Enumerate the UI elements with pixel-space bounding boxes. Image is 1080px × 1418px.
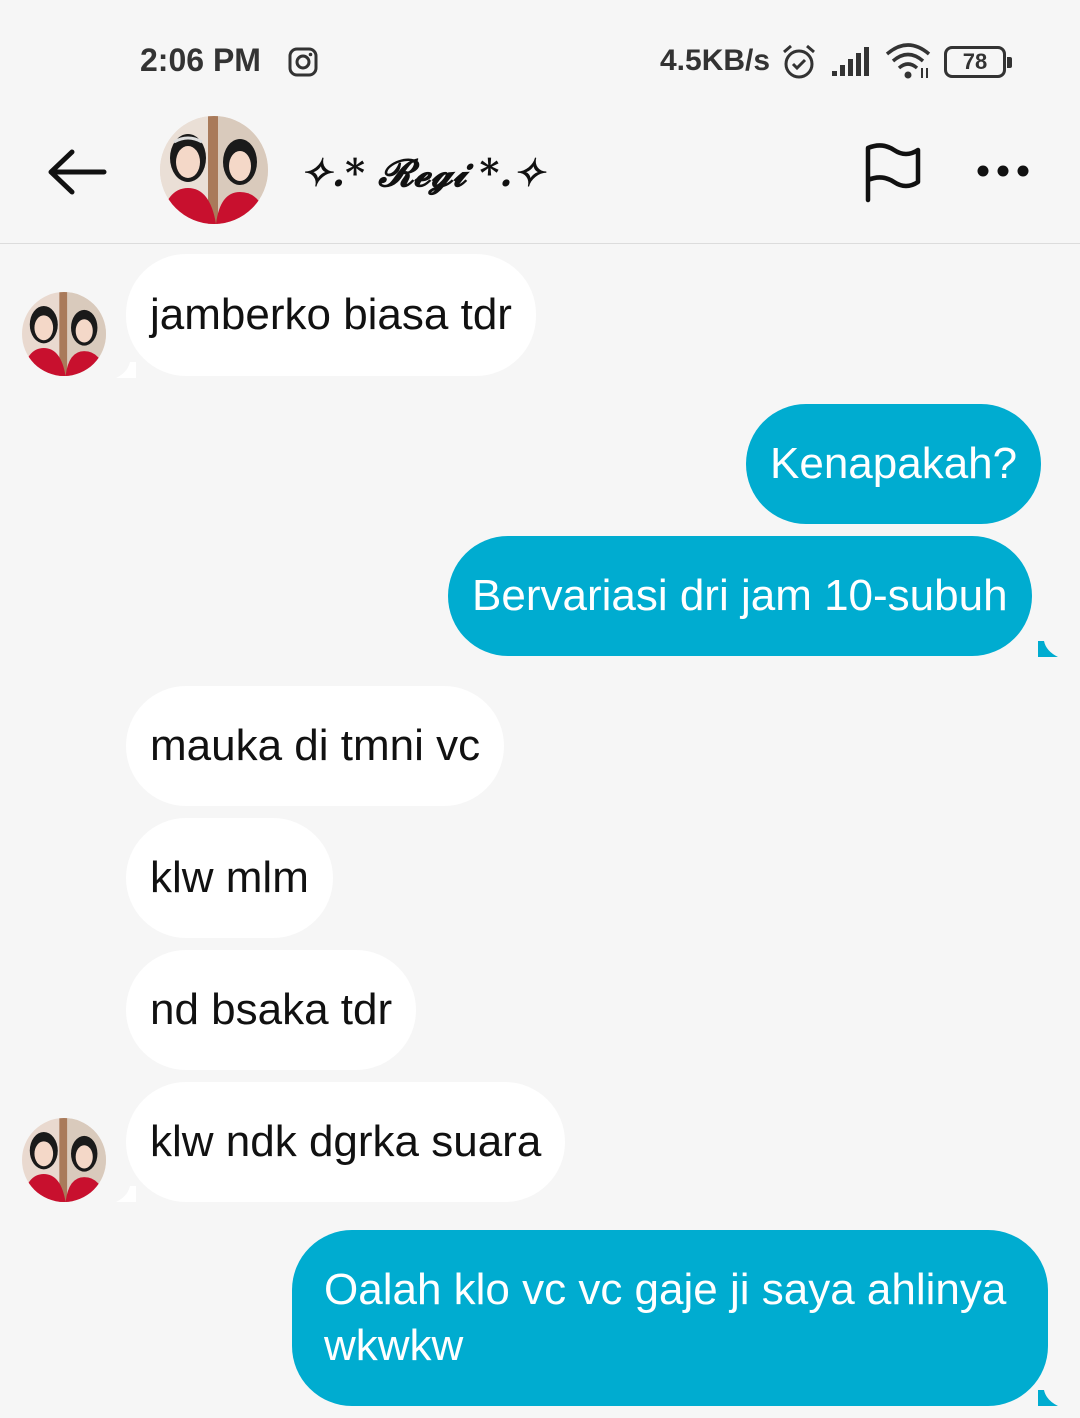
bubble-tail [1038, 1390, 1058, 1406]
bubble-tail [116, 1186, 136, 1202]
alarm-icon [783, 44, 815, 79]
signal-icon [832, 47, 869, 76]
wifi-icon [885, 43, 931, 79]
message-bubble-incoming[interactable]: klw ndk dgrka suara [126, 1082, 566, 1202]
message-text: Bervariasi dri jam 10-subuh [472, 571, 1008, 620]
message-text: klw mlm [150, 853, 309, 902]
chat-header: ✧.* 𝓡𝓮𝓰𝓲 *.✧ [0, 110, 1080, 244]
message-bubble-outgoing[interactable]: Kenapakah? [746, 404, 1042, 524]
contact-avatar[interactable] [160, 116, 268, 224]
message-bubble-incoming[interactable]: jamberko biasa tdr [126, 254, 536, 376]
message-bubble-outgoing[interactable]: Oalah klo vc vc gaje ji saya ahlinya wkw… [292, 1230, 1048, 1406]
message-bubble-incoming[interactable]: klw mlm [126, 818, 333, 938]
more-icon[interactable] [972, 158, 1034, 184]
message-text: Kenapakah? [770, 439, 1018, 488]
battery-icon: 78 [944, 46, 1012, 78]
message-bubble-outgoing[interactable]: Bervariasi dri jam 10-subuh [448, 536, 1032, 656]
message-text: nd bsaka tdr [150, 985, 393, 1034]
status-time: 2:06 PM [140, 42, 261, 78]
message-bubble-incoming[interactable]: mauka di tmni vc [126, 686, 505, 806]
battery-level: 78 [962, 49, 988, 74]
message-text: mauka di tmni vc [150, 721, 481, 770]
status-bar: 2:06 PM 4.5KB/s 78 [0, 0, 1080, 110]
contact-name[interactable]: ✧.* 𝓡𝓮𝓰𝓲 *.✧ [300, 150, 544, 196]
back-arrow-icon[interactable] [46, 146, 108, 198]
message-text: jamberko biasa tdr [150, 290, 512, 339]
bubble-tail [116, 362, 136, 378]
message-text: Oalah klo vc vc gaje ji saya ahlinya wkw… [324, 1265, 1007, 1370]
message-text: klw ndk dgrka suara [150, 1117, 542, 1166]
instagram-icon [288, 47, 318, 77]
bubble-tail [1038, 641, 1058, 657]
flag-icon[interactable] [862, 142, 924, 204]
message-bubble-incoming[interactable]: nd bsaka tdr [126, 950, 417, 1070]
sender-avatar[interactable] [22, 292, 106, 376]
network-speed: 4.5KB/s [660, 44, 771, 77]
sender-avatar[interactable] [22, 1118, 106, 1202]
